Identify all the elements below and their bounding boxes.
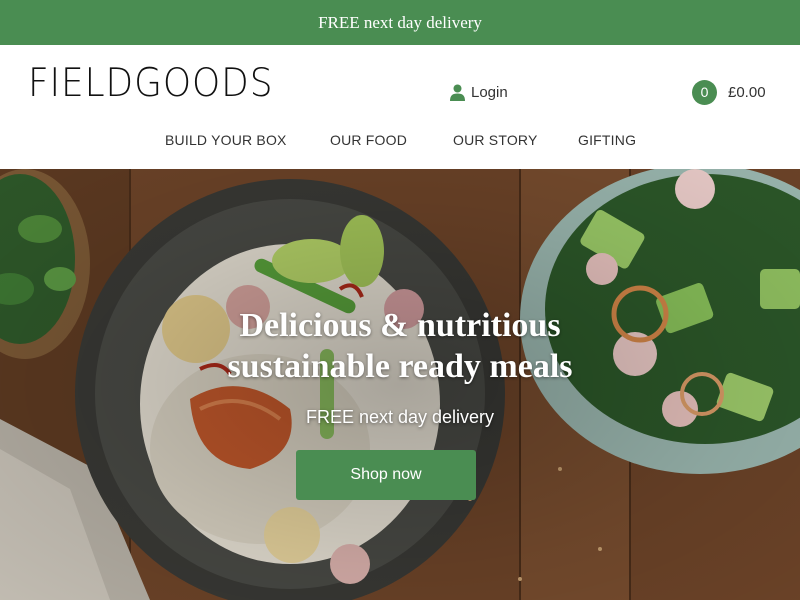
promo-text: FREE next day delivery (318, 12, 482, 32)
promo-bar: FREE next day delivery (0, 0, 800, 45)
cart-count-badge: 0 (692, 79, 717, 105)
hero-title: Delicious & nutritious sustainable ready… (150, 305, 650, 387)
shop-now-button[interactable]: Shop now (296, 450, 476, 500)
nav-item-our-story[interactable]: OUR STORY (453, 132, 538, 148)
hero-subtitle: FREE next day delivery (305, 407, 495, 427)
nav-item-build-your-box[interactable]: BUILD YOUR BOX (165, 132, 287, 148)
hero-title-line-2: sustainable ready meals (227, 348, 573, 385)
site-header: FIELDGOODS Login 0 £0.00 BUILD YOUR BOX … (0, 45, 800, 169)
cart-button[interactable]: 0 £0.00 (692, 79, 766, 105)
nav-item-gifting[interactable]: GIFTING (578, 132, 636, 148)
site-logo[interactable]: FIELDGOODS (28, 61, 273, 106)
nav-item-our-food[interactable]: OUR FOOD (330, 132, 407, 148)
login-link[interactable]: Login (450, 81, 508, 103)
user-icon (450, 84, 465, 101)
hero-banner: Delicious & nutritious sustainable ready… (0, 169, 800, 600)
cart-total: £0.00 (728, 83, 766, 101)
login-label: Login (471, 83, 508, 101)
hero-title-line-1: Delicious & nutritious (239, 307, 561, 344)
main-nav: BUILD YOUR BOX OUR FOOD OUR STORY GIFTIN… (0, 132, 800, 152)
